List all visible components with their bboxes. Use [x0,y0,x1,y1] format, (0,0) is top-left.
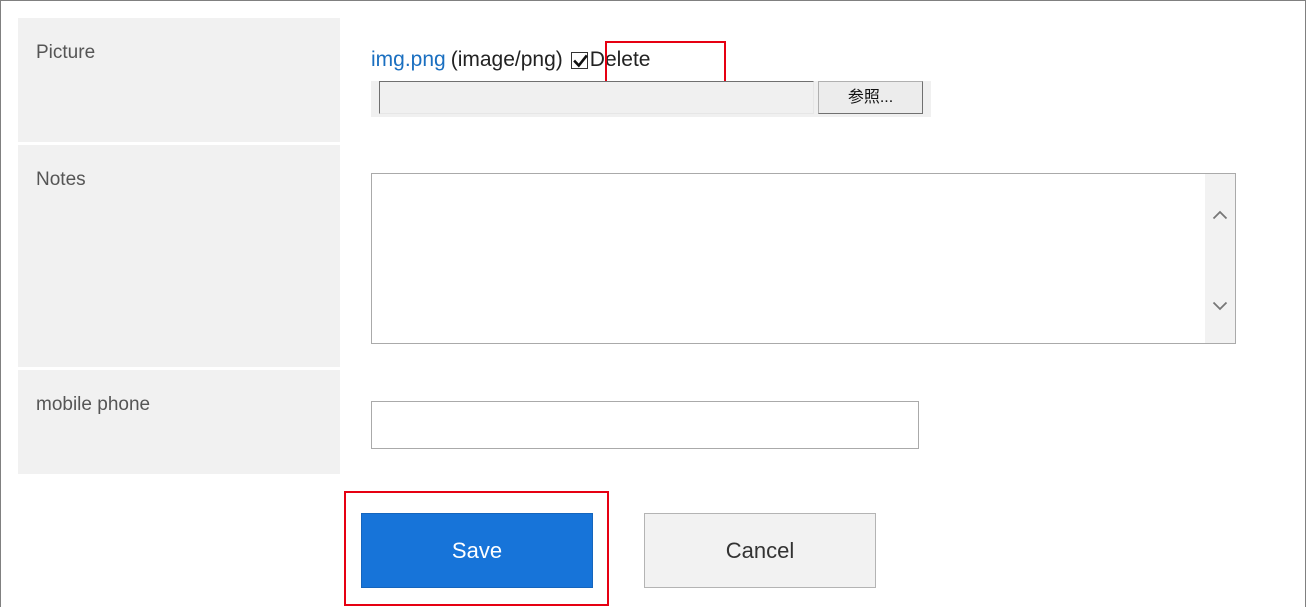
cancel-button[interactable]: Cancel [644,513,876,588]
chevron-up-icon[interactable] [1205,200,1235,230]
notes-scrollbar[interactable] [1205,174,1235,343]
checkmark-icon [572,54,588,67]
delete-checkbox-label[interactable]: Delete [590,48,651,72]
picture-label-cell: Picture [18,18,340,142]
notes-label: Notes [36,169,86,190]
notes-label-cell: Notes [18,145,340,367]
browse-button[interactable]: 参照... [818,81,923,114]
picture-file-path-field[interactable] [379,81,814,114]
picture-file-type: (image/png) [450,48,563,71]
delete-checkbox[interactable] [570,51,588,69]
picture-file-chooser: 参照... [371,81,931,117]
picture-file-link[interactable]: img.png [371,48,446,72]
picture-current-file: img.png (image/png) Delete [371,48,650,72]
mobile-phone-label-cell: mobile phone [18,370,340,474]
mobile-phone-label: mobile phone [36,394,151,415]
picture-label: Picture [36,42,96,63]
save-button[interactable]: Save [361,513,593,588]
chevron-down-icon[interactable] [1205,291,1235,321]
mobile-phone-input[interactable] [371,401,919,449]
notes-textarea[interactable] [371,173,1236,344]
